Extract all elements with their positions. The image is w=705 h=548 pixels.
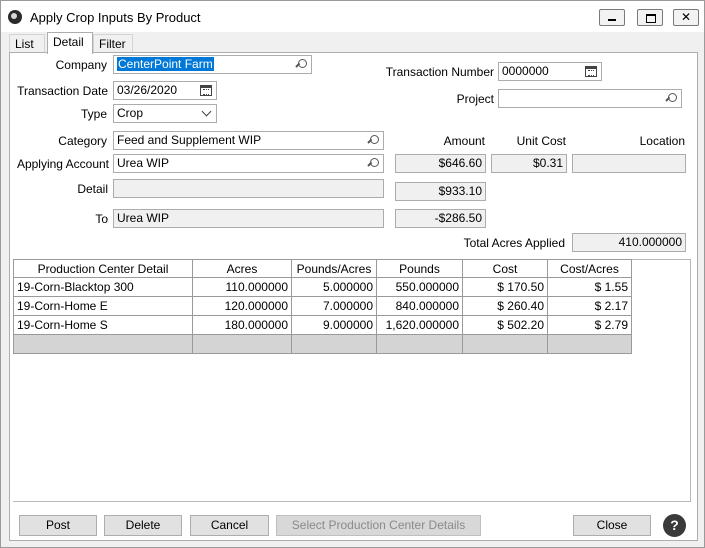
delete-button[interactable]: Delete xyxy=(104,515,182,536)
column-header-pounds[interactable]: Pounds xyxy=(377,259,463,278)
column-header-cost-per-acre[interactable]: Cost/Acres xyxy=(548,259,632,278)
calendar-icon[interactable] xyxy=(200,85,212,96)
transaction-number-field[interactable]: 0000000 xyxy=(498,62,602,81)
to-field: Urea WIP xyxy=(113,209,384,228)
to-amount: -$286.50 xyxy=(395,209,486,228)
cost-per-acre-cell[interactable]: $ 2.17 xyxy=(548,297,632,316)
column-header-acres[interactable]: Acres xyxy=(193,259,292,278)
applying-account-value: Urea WIP xyxy=(117,156,170,170)
new-row-cell[interactable] xyxy=(193,335,292,354)
new-row-cell[interactable] xyxy=(292,335,377,354)
tab-list[interactable]: List xyxy=(9,34,45,53)
production-center-cell[interactable]: 19-Corn-Blacktop 300 xyxy=(14,278,193,297)
number-picker-icon[interactable] xyxy=(585,66,597,77)
pounds-cell[interactable]: 1,620.000000 xyxy=(377,316,463,335)
column-header-production-center[interactable]: Production Center Detail xyxy=(14,259,193,278)
type-value: Crop xyxy=(117,106,144,120)
window-title: Apply Crop Inputs By Product xyxy=(30,10,201,25)
applying-account-label: Applying Account xyxy=(16,157,109,171)
close-icon: ✕ xyxy=(680,10,692,24)
search-icon[interactable] xyxy=(368,158,379,169)
minimize-button[interactable] xyxy=(599,9,625,26)
detail-field xyxy=(113,179,384,198)
total-acres-value: 410.000000 xyxy=(572,233,686,252)
new-row-cell[interactable] xyxy=(377,335,463,354)
pounds-per-acre-cell[interactable]: 9.000000 xyxy=(292,316,377,335)
company-label: Company xyxy=(55,58,107,72)
help-icon[interactable]: ? xyxy=(663,514,686,537)
to-label: To xyxy=(95,212,108,226)
cost-per-acre-cell[interactable]: $ 2.79 xyxy=(548,316,632,335)
title-bar: Apply Crop Inputs By Product ✕ xyxy=(1,1,704,32)
category-value: Feed and Supplement WIP xyxy=(117,133,262,147)
transaction-date-value: 03/26/2020 xyxy=(117,83,178,97)
type-label: Type xyxy=(80,107,107,121)
table-row[interactable]: 19-Corn-Blacktop 300 110.000000 5.000000… xyxy=(14,278,632,297)
project-field[interactable] xyxy=(498,89,682,108)
pounds-cell[interactable]: 840.000000 xyxy=(377,297,463,316)
new-row-cell[interactable] xyxy=(14,335,193,354)
total-acres-label: Total Acres Applied xyxy=(463,236,565,250)
apply-crop-inputs-window: Apply Crop Inputs By Product ✕ List Deta… xyxy=(0,0,705,548)
post-button[interactable]: Post xyxy=(19,515,97,536)
production-center-cell[interactable]: 19-Corn-Home E xyxy=(14,297,193,316)
column-header-pounds-per-acre[interactable]: Pounds/Acres xyxy=(292,259,377,278)
app-logo-icon xyxy=(8,10,22,24)
cost-cell[interactable]: $ 502.20 xyxy=(463,316,548,335)
grid-header-row: Production Center Detail Acres Pounds/Ac… xyxy=(14,259,632,278)
production-center-cell[interactable]: 19-Corn-Home S xyxy=(14,316,193,335)
cost-cell[interactable]: $ 260.40 xyxy=(463,297,548,316)
company-field[interactable]: CenterPoint Farm xyxy=(113,55,312,74)
unit-cost-value: $0.31 xyxy=(491,154,567,173)
detail-label: Detail xyxy=(77,182,108,196)
applying-account-field[interactable]: Urea WIP xyxy=(113,154,384,173)
close-button[interactable]: Close xyxy=(573,515,651,536)
location-field xyxy=(572,154,686,173)
transaction-date-field[interactable]: 03/26/2020 xyxy=(113,81,217,100)
new-row-cell[interactable] xyxy=(548,335,632,354)
select-production-center-details-button[interactable]: Select Production Center Details xyxy=(276,515,481,536)
new-row[interactable] xyxy=(14,335,632,354)
detail-amount: $933.10 xyxy=(395,182,486,201)
maximize-button[interactable] xyxy=(637,9,663,26)
pounds-per-acre-cell[interactable]: 5.000000 xyxy=(292,278,377,297)
close-window-button[interactable]: ✕ xyxy=(673,9,699,26)
tab-filter[interactable]: Filter xyxy=(93,34,133,53)
amount-header: Amount xyxy=(443,134,485,148)
acres-cell[interactable]: 180.000000 xyxy=(193,316,292,335)
acres-cell[interactable]: 120.000000 xyxy=(193,297,292,316)
transaction-number-value: 0000000 xyxy=(502,64,549,78)
search-icon[interactable] xyxy=(296,59,307,70)
category-label: Category xyxy=(58,134,107,148)
unit-cost-header: Unit Cost xyxy=(516,134,566,148)
transaction-date-label: Transaction Date xyxy=(17,84,108,98)
new-row-cell[interactable] xyxy=(463,335,548,354)
search-icon[interactable] xyxy=(368,135,379,146)
location-header: Location xyxy=(639,134,685,148)
table-row[interactable]: 19-Corn-Home S 180.000000 9.000000 1,620… xyxy=(14,316,632,335)
acres-cell[interactable]: 110.000000 xyxy=(193,278,292,297)
applying-amount: $646.60 xyxy=(395,154,486,173)
cost-cell[interactable]: $ 170.50 xyxy=(463,278,548,297)
tab-detail[interactable]: Detail xyxy=(47,32,93,54)
cost-per-acre-cell[interactable]: $ 1.55 xyxy=(548,278,632,297)
pounds-cell[interactable]: 550.000000 xyxy=(377,278,463,297)
production-center-grid: Production Center Detail Acres Pounds/Ac… xyxy=(13,259,632,354)
project-label: Project xyxy=(456,92,494,106)
search-icon[interactable] xyxy=(666,93,677,104)
company-value: CenterPoint Farm xyxy=(117,57,214,71)
pounds-per-acre-cell[interactable]: 7.000000 xyxy=(292,297,377,316)
type-select[interactable]: Crop xyxy=(113,104,217,123)
cancel-button[interactable]: Cancel xyxy=(190,515,269,536)
chevron-down-icon[interactable] xyxy=(201,106,212,117)
table-row[interactable]: 19-Corn-Home E 120.000000 7.000000 840.0… xyxy=(14,297,632,316)
column-header-cost[interactable]: Cost xyxy=(463,259,548,278)
transaction-number-label: Transaction Number xyxy=(385,65,494,79)
category-field[interactable]: Feed and Supplement WIP xyxy=(113,131,384,150)
